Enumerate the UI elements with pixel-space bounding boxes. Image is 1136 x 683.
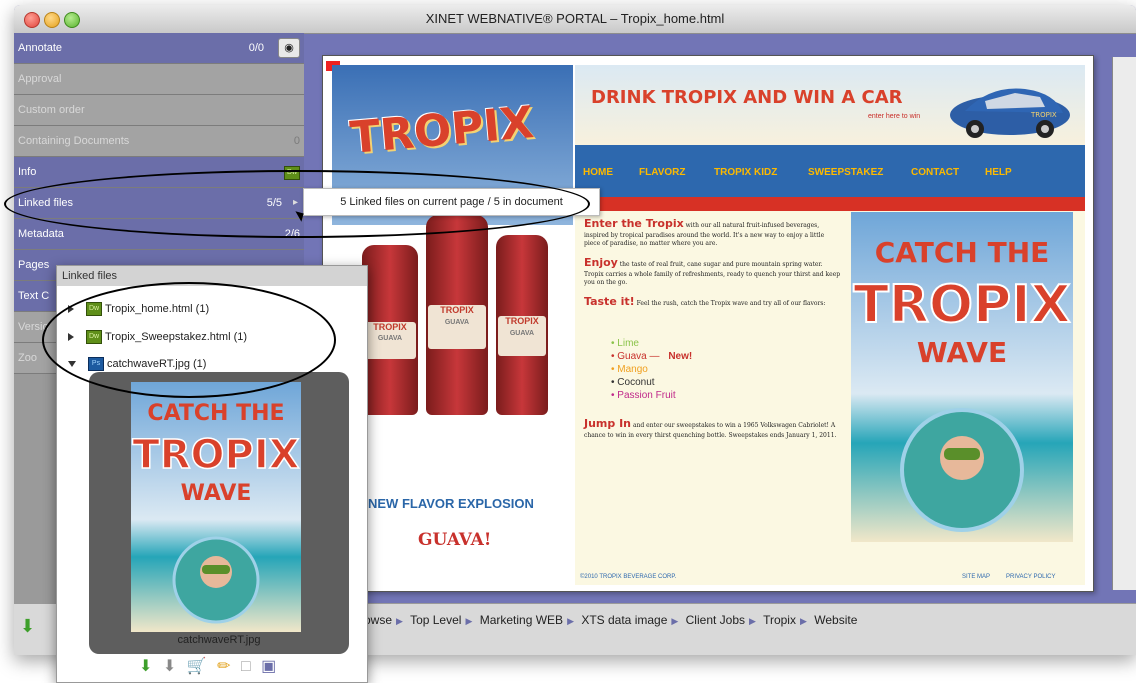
breadcrumb-item[interactable]: XTS data image: [581, 613, 667, 627]
triangle-right-icon: ▶: [749, 616, 756, 626]
export-icon[interactable]: □: [241, 658, 251, 675]
breadcrumb-item[interactable]: Marketing WEB: [480, 613, 563, 627]
site-nav: HOME FLAVORZ TROPIX KIDZ SWEEPSTAKEZ CON…: [575, 145, 1085, 197]
sidebar-item-label: Text C: [18, 290, 50, 302]
highlight-ellipse: [42, 282, 336, 398]
nav-sweepstakez[interactable]: SWEEPSTAKEZ: [808, 167, 883, 178]
pencil-icon[interactable]: ✏: [217, 658, 230, 675]
sidebar-item-custom-order[interactable]: Custom order: [14, 95, 304, 126]
nav-contact[interactable]: CONTACT: [911, 167, 959, 178]
close-window-button[interactable]: [24, 12, 40, 28]
sidebar-item-label: Custom order: [18, 104, 85, 116]
svg-text:WAVE: WAVE: [917, 336, 1007, 369]
sidebar-item-approval[interactable]: Approval: [14, 64, 304, 95]
copyright: ©2010 TROPIX BEVERAGE CORP.: [580, 574, 677, 580]
triangle-right-icon: ▶: [396, 616, 403, 626]
bottle-image: TROPIX GUAVA: [426, 215, 488, 415]
flavor-headline: GUAVA!: [418, 530, 492, 550]
banner-title: DRINK TROPIX AND WIN A CAR: [591, 87, 903, 108]
triangle-right-icon: ▶: [465, 616, 473, 626]
triangle-right-icon: ▶: [671, 616, 679, 626]
car-image: TROPIX: [950, 88, 1070, 138]
nav-flavorz[interactable]: FLAVORZ: [639, 167, 685, 178]
popup-toolbar: ⬇ ⬇ 🛒 ✏ □ ▣: [139, 656, 299, 676]
sidebar-item-count: 0: [293, 135, 300, 147]
body-text: Enter the Tropix with our all natural fr…: [584, 217, 841, 309]
list-item: • Coconut: [611, 377, 655, 388]
ad-left-panel: TROPIX TROPIX GUAVA TROPIX GUAVA TROPIX GUA…: [332, 65, 573, 585]
minimize-window-button[interactable]: [44, 12, 60, 28]
catch-the-wave-image: CATCH THE TROPIX WAVE: [851, 212, 1073, 542]
download-arrow-icon[interactable]: ⬇: [20, 616, 35, 637]
svg-text:TROPIX: TROPIX: [1030, 111, 1057, 119]
banner-subtitle: enter here to win: [868, 113, 921, 120]
next-page-strip[interactable]: [1112, 57, 1136, 590]
sidebar-item-label: Info: [18, 166, 37, 178]
breadcrumb: Browse ▶ Top Level ▶ Marketing WEB ▶ XTS da…: [352, 613, 861, 627]
folder-icon[interactable]: ▣: [261, 658, 276, 675]
page-preview[interactable]: TROPIX TROPIX GUAVA TROPIX GUAVA TROPIX GUA…: [322, 55, 1094, 592]
svg-text:TROPIX: TROPIX: [132, 432, 299, 478]
sidebar-item-label: Pages: [18, 259, 50, 271]
sidebar-item-label: Annotate: [18, 42, 63, 54]
breadcrumb-item[interactable]: Tropix: [763, 613, 796, 627]
ad-main-area: DRINK TROPIX AND WIN A CAR enter here to…: [575, 65, 1085, 585]
sidebar-item-label: Zoo: [18, 352, 37, 364]
breadcrumb-item[interactable]: Top Level: [410, 613, 461, 627]
banner: DRINK TROPIX AND WIN A CAR enter here to…: [575, 65, 1085, 145]
file-preview: CATCH THE TROPIX WAVE catchwaveRT.jpg: [89, 372, 349, 654]
highlight-ellipse: [4, 170, 590, 238]
triangle-right-icon: ▶: [567, 616, 574, 626]
sidebar-item-count: 0/0: [248, 42, 264, 54]
flavor-list: • Lime • Guava — New! • Mango • Coconut …: [611, 337, 692, 402]
preview-caption: catchwaveRT.jpg: [177, 634, 261, 646]
zoom-window-button[interactable]: [64, 12, 80, 28]
red-divider: [575, 197, 1085, 211]
cart-icon[interactable]: 🛒: [187, 658, 207, 675]
triangle-right-icon: ▶: [799, 616, 807, 626]
breadcrumb-item[interactable]: Client Jobs: [686, 613, 745, 627]
bottle-label: TROPIX GUAVA: [498, 316, 546, 356]
list-item: • Guava — New!: [611, 351, 693, 362]
svg-text:CATCH THE: CATCH THE: [147, 401, 284, 426]
svg-text:WAVE: WAVE: [181, 481, 252, 506]
sidebar-item-annotate[interactable]: Annotate 0/0 ◉: [14, 33, 304, 64]
breadcrumb-item[interactable]: Website: [814, 613, 857, 627]
sidebar-item-label: Approval: [18, 73, 62, 85]
download-low-res-icon[interactable]: ⬇: [163, 658, 176, 675]
nav-help[interactable]: HELP: [985, 167, 1012, 178]
thumbnail-image[interactable]: CATCH THE TROPIX WAVE: [131, 382, 301, 632]
svg-text:TROPIX: TROPIX: [853, 275, 1070, 335]
nav-home[interactable]: HOME: [583, 167, 613, 178]
svg-text:CATCH THE: CATCH THE: [875, 236, 1050, 269]
bottle-label: TROPIX GUAVA: [364, 321, 416, 359]
bottle-image: TROPIX GUAVA: [496, 235, 548, 415]
sweepstakes-text: Jump In and enter our sweepstakes to win…: [584, 417, 837, 439]
tagline: NEW FLAVOR EXPLOSION: [368, 496, 534, 511]
download-icon[interactable]: ⬇: [139, 658, 152, 675]
sidebar-item-containing-documents[interactable]: Containing Documents 0: [14, 126, 304, 157]
privacy-link[interactable]: PRIVACY POLICY: [1006, 574, 1055, 580]
eye-icon[interactable]: ◉: [278, 38, 300, 58]
bottle-image: TROPIX GUAVA: [362, 245, 418, 415]
nav-tropix-kidz[interactable]: TROPIX KIDZ: [714, 167, 777, 178]
sidebar-item-label: Containing Documents: [18, 135, 130, 147]
list-item: • Passion Fruit: [611, 390, 676, 401]
title-bar: XINET WEBNATIVE® PORTAL – Tropix_home.ht…: [14, 5, 1136, 34]
list-item: • Mango: [611, 364, 648, 375]
window-title: XINET WEBNATIVE® PORTAL – Tropix_home.ht…: [425, 11, 725, 26]
bottle-label: TROPIX GUAVA: [428, 305, 486, 349]
list-item: • Lime: [611, 338, 639, 349]
sitemap-link[interactable]: SITE MAP: [962, 574, 990, 580]
